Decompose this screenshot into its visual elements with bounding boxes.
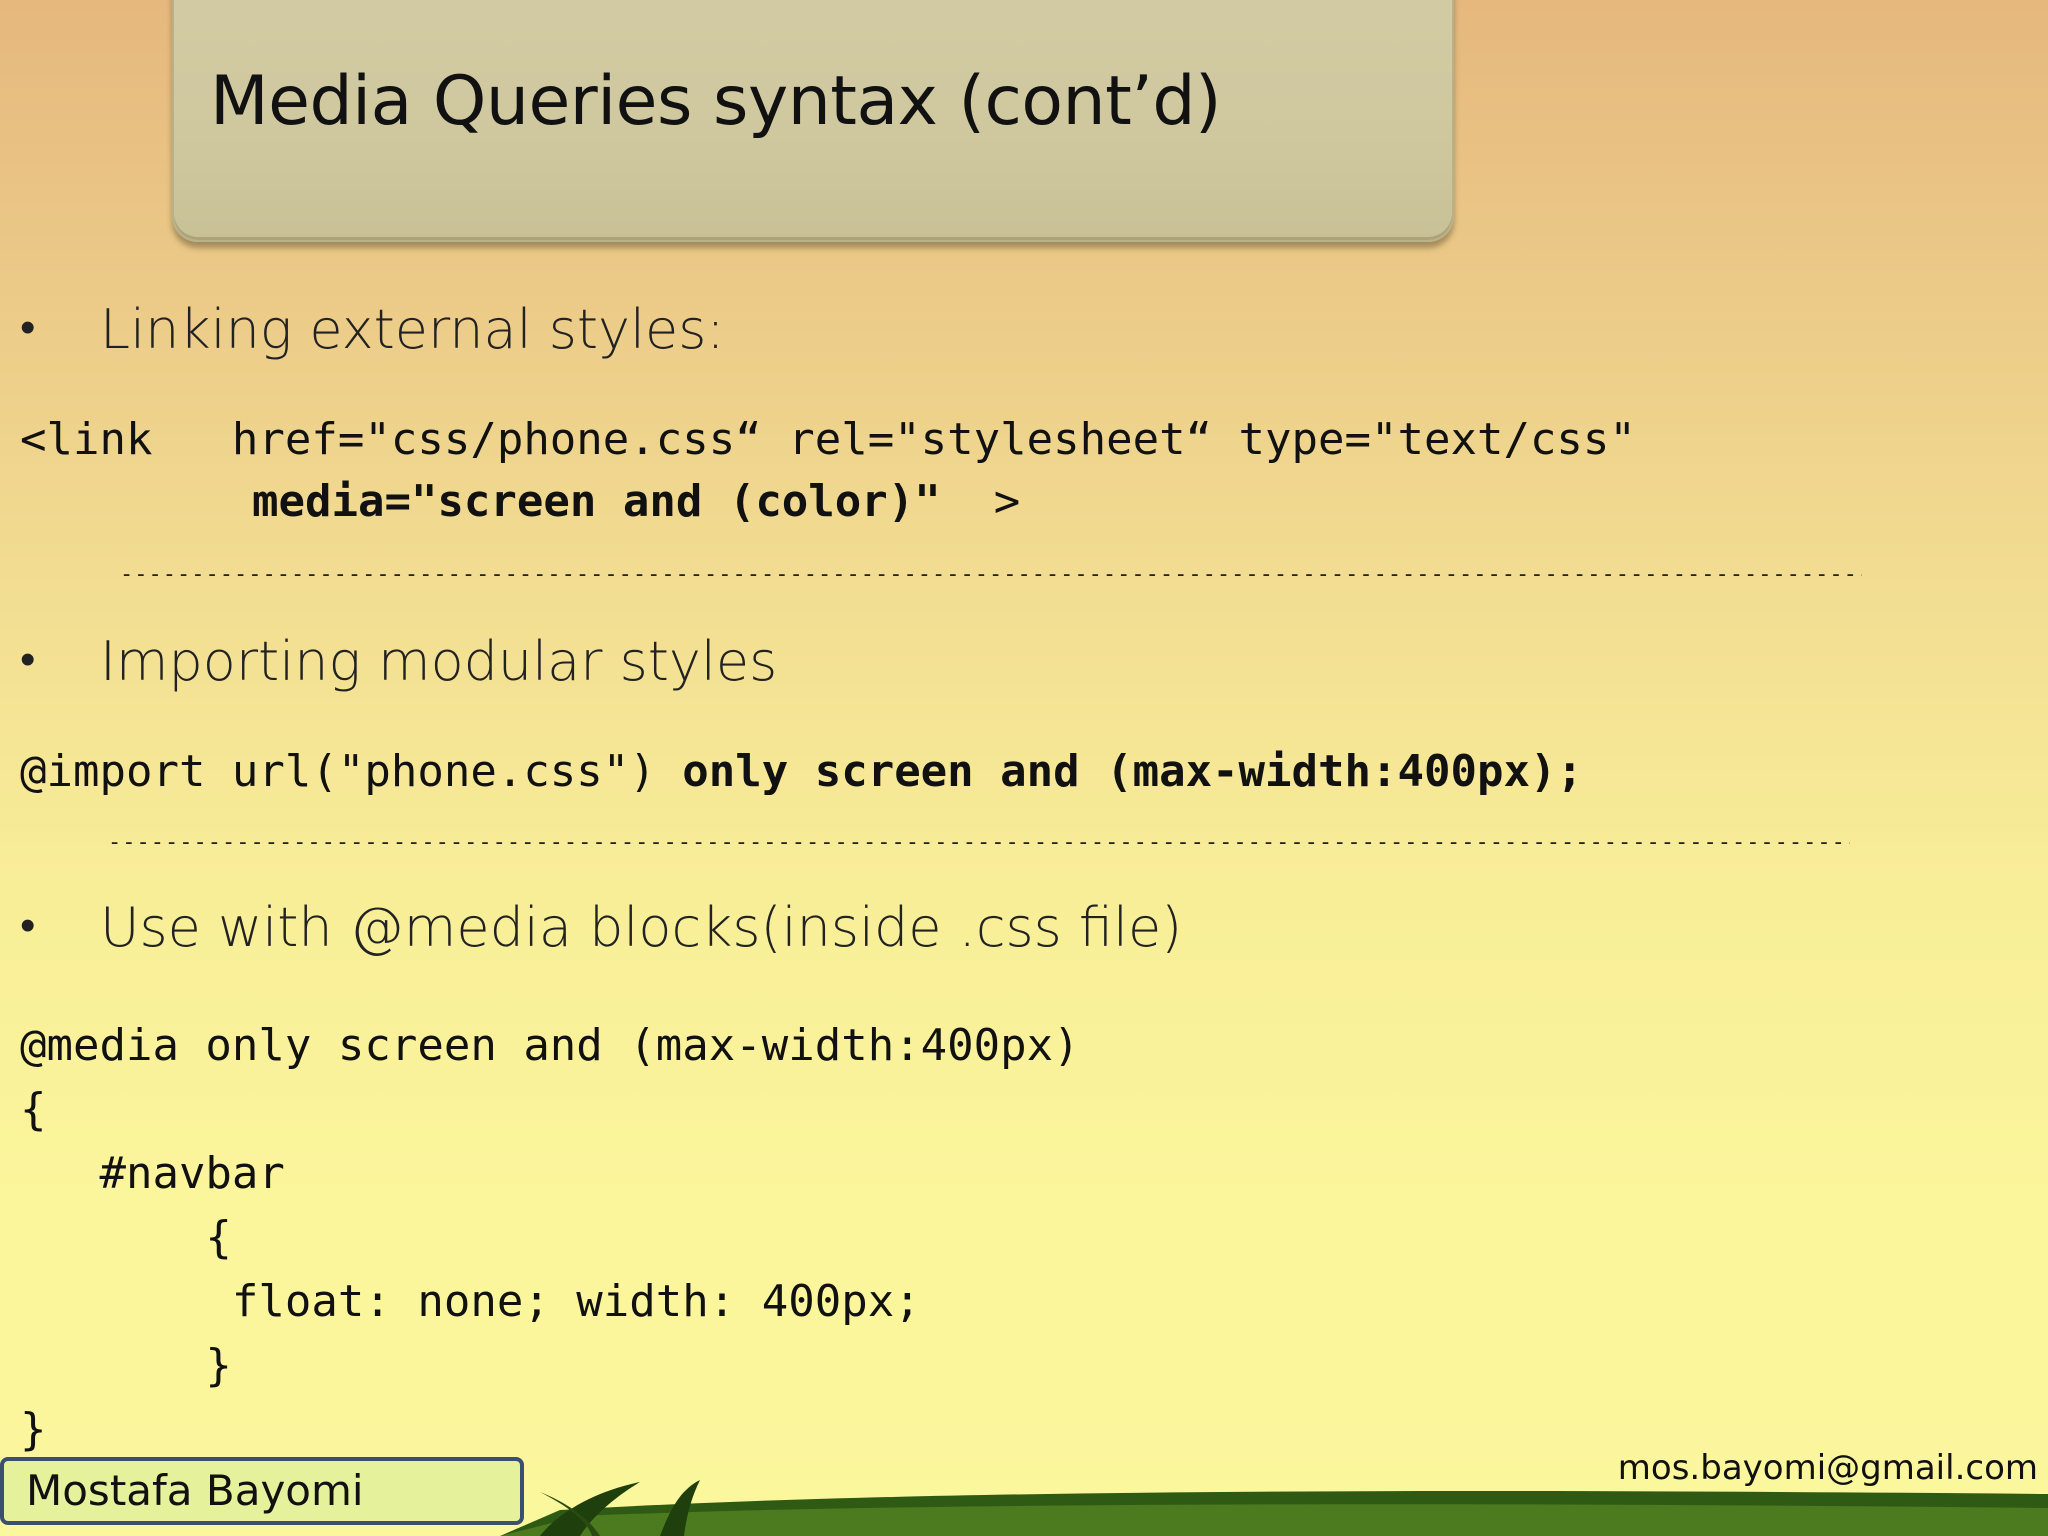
footer-email: mos.bayomi@gmail.com [1617,1448,2038,1488]
code-link-close: > [940,476,1021,527]
separator-1: ----------------------------------------… [120,562,1862,587]
code-import: @import url("phone.css") only screen and… [20,746,1583,797]
code-media-line-5: float: none; width: 400px; [20,1276,921,1327]
code-link-line2: media="screen and (color)" > [252,476,1020,527]
code-import-bold: only screen and (max-width:400px); [682,746,1583,797]
code-media-line-4: { [20,1212,232,1263]
footer-author: Mostafa Bayomi [0,1457,524,1525]
bullet-dot: • [20,634,36,685]
bullet-media-blocks: • Use with @media blocks(inside .css file… [20,896,1182,959]
bullet-text: Use with @media blocks(inside .css file) [100,896,1183,959]
slide-title: Media Queries syntax (cont’d) [210,62,1222,141]
code-media-line-7: } [20,1404,47,1455]
code-media-line-1: @media only screen and (max-width:400px) [20,1020,1080,1071]
code-media-line-3: #navbar [20,1148,285,1199]
code-link-line1: <link href="css/phone.css“ rel="styleshe… [20,414,1636,465]
code-import-normal: @import url("phone.css") [20,746,683,797]
bullet-importing: • Importing modular styles [20,630,777,693]
bullet-text: Importing modular styles [100,630,778,693]
code-media-line-2: { [20,1084,47,1135]
code-media-line-6: } [20,1340,232,1391]
bullet-dot: • [20,900,36,951]
separator-2: ----------------------------------------… [108,830,1850,855]
code-link-media: media="screen and (color)" [252,476,941,527]
bullet-dot: • [20,302,36,353]
bullet-linking: • Linking external styles: [20,298,725,361]
bullet-text: Linking external styles: [100,298,725,361]
